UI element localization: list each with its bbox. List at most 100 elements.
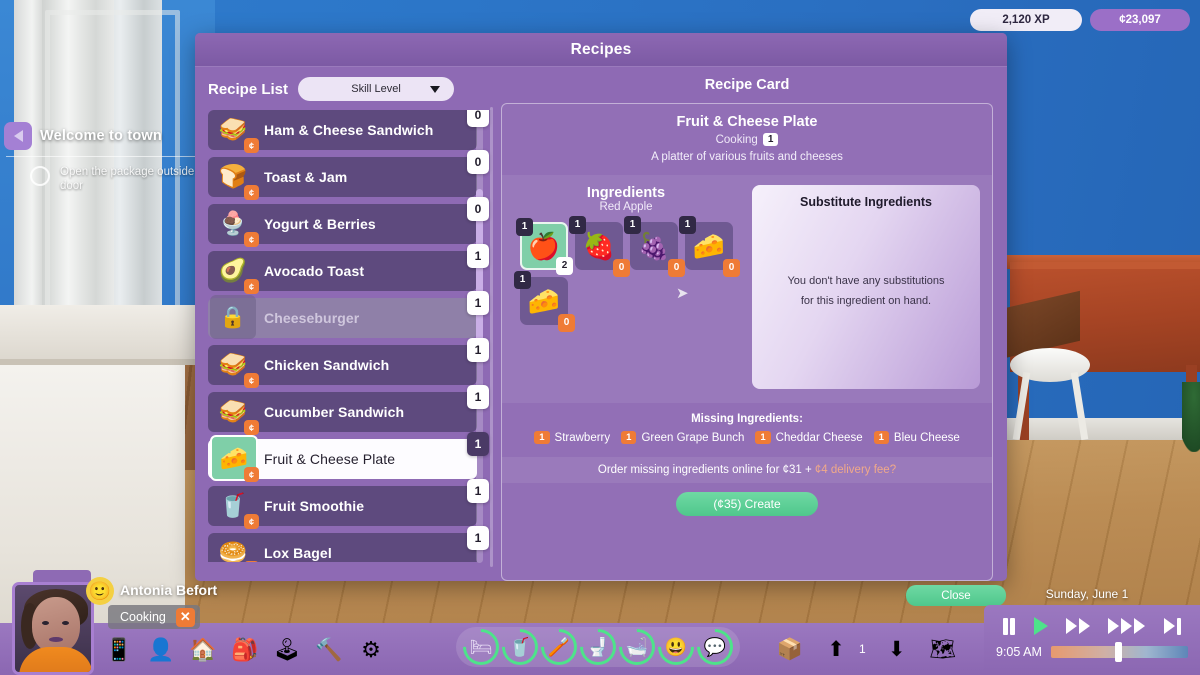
recipe-list-item[interactable]: 🥪 ¢ Chicken Sandwich 1 xyxy=(208,338,489,388)
ingredient-tile[interactable]: 1 🍇 0 xyxy=(624,216,685,277)
mood-icon[interactable]: 🙂 xyxy=(86,577,114,605)
recipe-name: Fruit Smoothie xyxy=(264,498,365,514)
recipe-skill-row: Cooking 1 xyxy=(502,133,992,146)
recipe-card-middle: Ingredients Red Apple 1 🍎 2 1 🍓 0 1 🍇 0 1 🧀 0 1 🧀 0 Su… xyxy=(502,175,992,403)
missing-ingredients-list: 1 Strawberry 1 Green Grape Bunch 1 Cheddar Ch… xyxy=(502,431,992,444)
recipe-card-heading: Recipe Card xyxy=(704,77,790,93)
tool-count-label: 1 xyxy=(859,642,866,656)
recipe-level-badge: 0 xyxy=(467,150,489,174)
taskbar-icons: 📱 👤 🏠 🎒 🕹 🔨 ⚙ xyxy=(103,633,387,667)
purchasable-coin-icon: ¢ xyxy=(244,420,259,435)
joystick-icon[interactable]: 🕹 xyxy=(271,633,303,667)
back-arrow-icon[interactable] xyxy=(4,122,32,150)
fun-need[interactable]: 😃 xyxy=(650,621,702,673)
recipe-list-item[interactable]: 🥪 ¢ Ham & Cheese Sandwich 0 xyxy=(208,110,489,153)
downstairs-icon[interactable]: ⬇ xyxy=(882,633,912,665)
missing-ingredient-item: 1 Green Grape Bunch xyxy=(621,431,744,444)
cancel-action-button[interactable]: ✕ xyxy=(175,607,195,627)
current-action-label: Cooking xyxy=(120,610,166,624)
house-icon[interactable]: 🏠 xyxy=(187,633,219,667)
required-qty-badge: 1 xyxy=(514,271,531,289)
recipe-level-badge: 1 xyxy=(467,338,489,362)
ingredient-icon: 🍇 xyxy=(637,231,671,261)
date-label: Sunday, June 1 xyxy=(1045,587,1129,601)
fast-forward-button[interactable] xyxy=(1065,618,1090,634)
ingredient-icon: 🧀 xyxy=(692,231,726,261)
recipe-list-item[interactable]: 🔒 Cheeseburger 1 xyxy=(208,291,489,339)
recipe-name: Yogurt & Berries xyxy=(264,216,376,232)
ingredient-tile[interactable]: 1 🍓 0 xyxy=(569,216,630,277)
recipe-name: Ham & Cheese Sandwich xyxy=(264,122,434,138)
recipe-list-item[interactable]: 🥪 ¢ Cucumber Sandwich 1 xyxy=(208,385,489,435)
clock-row: 9:05 AM xyxy=(984,642,1200,662)
ingredient-icon: 🧀 xyxy=(527,286,561,316)
recipe-name: Cucumber Sandwich xyxy=(264,404,405,420)
ingredient-tile[interactable]: 1 🧀 0 xyxy=(679,216,740,277)
ingredient-tile[interactable]: 1 🧀 0 xyxy=(514,271,575,332)
quest-checkbox-icon[interactable] xyxy=(30,166,50,186)
missing-qty-badge: 1 xyxy=(621,431,637,444)
top-hud: 2,120 XP ¢23,097 xyxy=(970,9,1190,31)
order-text: Order missing ingredients online for ¢31… xyxy=(597,464,815,476)
substitute-message-line1: You don't have any substitutions xyxy=(787,275,945,287)
substitute-message-line2: for this ingredient on hand. xyxy=(800,295,932,307)
ingredient-icon: 🍓 xyxy=(582,231,616,261)
skill-level-filter-label: Skill Level xyxy=(351,83,401,95)
required-qty-badge: 1 xyxy=(516,218,533,236)
comfort-need[interactable]: 🛁 xyxy=(611,621,663,673)
recipe-list[interactable]: 🥪 ¢ Ham & Cheese Sandwich 0 🍞 ¢ Toast & Jam 0 🍨 ¢… xyxy=(208,110,493,562)
recipe-card-header: Fruit & Cheese Plate Cooking 1 A platter… xyxy=(502,104,992,175)
recipe-name: Cheeseburger xyxy=(264,310,360,326)
day-progress-knob[interactable] xyxy=(1115,642,1123,662)
purchasable-coin-icon: ¢ xyxy=(244,232,259,247)
recipes-modal: Recipes Recipe List Skill Level 🥪 ¢ Ham & … xyxy=(195,33,1007,581)
ingredient-tile[interactable]: 1 🍎 2 xyxy=(516,218,573,275)
avatar-lips xyxy=(49,637,63,642)
ultra-forward-button[interactable] xyxy=(1108,618,1146,634)
hunger-need[interactable]: 🥤 xyxy=(494,621,546,673)
recipe-list-item[interactable]: 🥤 ¢ Fruit Smoothie 1 xyxy=(208,479,489,529)
skip-button[interactable] xyxy=(1163,617,1181,635)
hammer-icon[interactable]: 🔨 xyxy=(313,633,345,667)
recipe-level-badge: 1 xyxy=(467,244,489,268)
recipe-thumbnail-icon: 🥯 xyxy=(218,538,248,562)
pane-divider xyxy=(490,107,493,567)
pause-button[interactable] xyxy=(1003,617,1016,635)
owned-qty-badge: 0 xyxy=(558,314,575,332)
bladder-need[interactable]: 🚽 xyxy=(572,621,624,673)
inventory-icon[interactable]: 📦 xyxy=(775,633,805,665)
recipe-list-item[interactable]: 🍞 ¢ Toast & Jam 0 xyxy=(208,150,489,200)
person-icon[interactable]: 👤 xyxy=(145,633,177,667)
recipe-list-item[interactable]: 🥑 ¢ Avocado Toast 1 xyxy=(208,244,489,294)
order-missing-ingredients-button[interactable]: Order missing ingredients online for ¢31… xyxy=(502,457,992,483)
recipe-level-badge: 1 xyxy=(467,526,489,550)
day-progress-slider[interactable] xyxy=(1050,642,1188,662)
missing-qty-badge: 1 xyxy=(755,431,771,444)
recipe-level-badge: 1 xyxy=(467,432,489,456)
recipe-level-badge: 1 xyxy=(467,291,489,315)
skill-level-filter-dropdown[interactable]: Skill Level xyxy=(298,77,455,101)
recipe-name: Toast & Jam xyxy=(264,169,348,185)
purchasable-coin-icon: ¢ xyxy=(244,561,259,562)
recipe-list-item[interactable]: 🧀 ¢ Fruit & Cheese Plate 1 xyxy=(208,432,489,482)
xp-badge: 2,120 XP xyxy=(970,9,1082,31)
quest-title: Welcome to town xyxy=(40,128,162,144)
backpack-icon[interactable]: 🎒 xyxy=(229,633,261,667)
recipe-list-item[interactable]: 🥯¢ Lox Bagel 1 xyxy=(208,526,489,562)
quest-task-row[interactable]: Open the package outside door xyxy=(0,165,210,193)
recipe-list-item[interactable]: 🍨 ¢ Yogurt & Berries 0 xyxy=(208,197,489,247)
hygiene-need[interactable]: 🪥 xyxy=(533,621,585,673)
upstairs-icon[interactable]: ⬆ xyxy=(821,633,851,665)
create-button[interactable]: (¢35) Create xyxy=(676,492,818,516)
play-button[interactable] xyxy=(1033,617,1048,635)
social-need[interactable]: 💬 xyxy=(689,621,741,673)
avatar[interactable] xyxy=(12,582,94,675)
gear-icon[interactable]: ⚙ xyxy=(355,633,387,667)
clock-label: 9:05 AM xyxy=(996,645,1042,659)
owned-qty-badge: 2 xyxy=(556,257,573,275)
need-icon: 💬 xyxy=(703,637,727,657)
energy-need[interactable]: 🛏 xyxy=(455,621,507,673)
map-icon[interactable]: 🗺 xyxy=(928,633,958,665)
phone-icon[interactable]: 📱 xyxy=(103,633,135,667)
recipe-card-title: Fruit & Cheese Plate xyxy=(676,114,818,130)
